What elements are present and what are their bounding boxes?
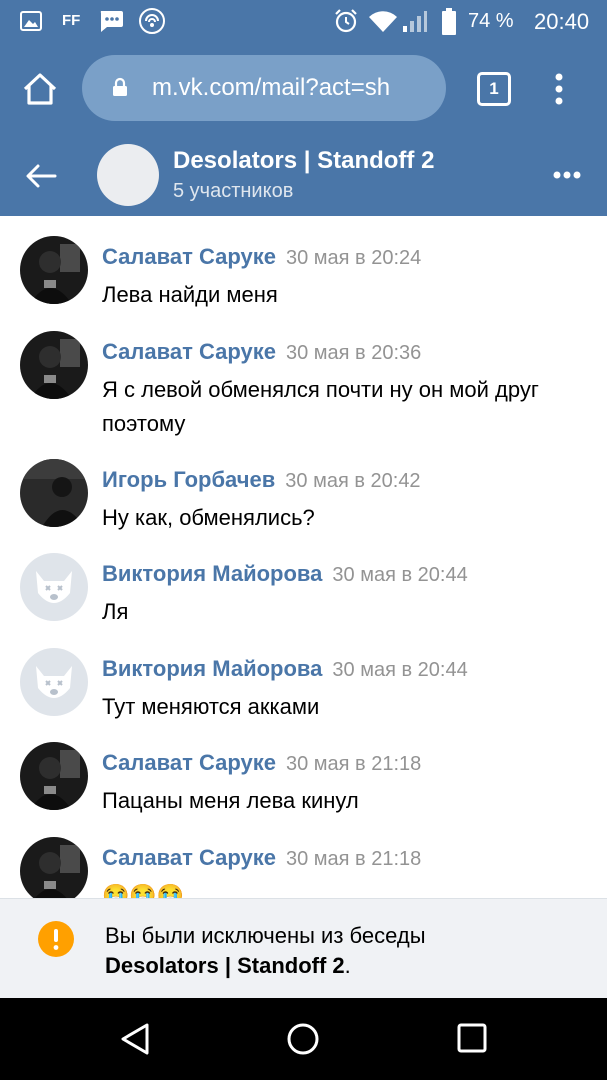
message-time: 30 мая в 21:18 [285,753,422,775]
avatar[interactable] [20,236,88,304]
notice-prefix: Вы были исключены из беседы [105,923,426,948]
chat-header: Desolators | Standoff 2 5 участников [0,135,607,216]
back-nav-icon[interactable] [119,1022,151,1056]
message-time: 30 мая в 20:36 [285,342,422,364]
chat-subtitle: 5 участников [173,180,294,202]
avatar[interactable] [20,459,88,527]
back-arrow-icon[interactable] [25,163,57,189]
message-text: Я с левой обменялся почти ну он мой друг… [102,377,539,436]
signal-icon [402,10,428,34]
status-bar: FF 74 % 20:40 [0,0,607,44]
message-time: 30 мая в 20:44 [332,564,468,586]
wifi-icon [368,10,398,34]
url-text: m.vk.com/mail?act=sh [152,74,391,101]
message-time: 30 мая в 20:44 [332,659,468,681]
message-text: Лева найди меня [102,282,278,307]
lock-icon [112,77,128,97]
avatar[interactable] [20,648,88,716]
message-text: Ну как, обменялись? [102,505,315,530]
clock: 20:40 [534,9,590,34]
battery-icon [441,8,457,36]
recents-nav-icon[interactable] [456,1022,488,1054]
home-nav-icon[interactable] [286,1022,320,1056]
ff-icon: FF [62,12,81,29]
image-icon [20,11,42,31]
avatar[interactable] [20,331,88,399]
chat-avatar[interactable] [97,144,159,206]
tab-count: 1 [489,79,499,98]
alarm-icon [333,8,359,34]
address-bar[interactable]: m.vk.com/mail?act=sh [82,55,446,121]
chat-title: Desolators | Standoff 2 [173,147,435,174]
android-nav-bar [0,998,607,1080]
message-sender[interactable]: Виктория Майорова 30 мая в 20:44 [102,656,468,682]
message-sender[interactable]: Салават Саруке 30 мая в 20:36 [102,339,421,365]
message-sender[interactable]: Салават Саруке 30 мая в 21:18 [102,750,421,776]
message-icon [98,9,124,33]
message-text: Ля [102,599,129,624]
message-sender[interactable]: Виктория Майорова 30 мая в 20:44 [102,561,468,587]
message-sender[interactable]: Салават Саруке 30 мая в 21:18 [102,845,421,871]
warning-icon [37,920,75,958]
message-list[interactable]: Салават Саруке 30 мая в 20:24 Лева найди … [0,216,607,898]
battery-percent: 74 % [468,10,514,32]
message-time: 30 мая в 20:24 [285,247,422,269]
kicked-notice: Вы были исключены из беседы Desolators |… [0,898,607,999]
message-sender[interactable]: Салават Саруке 30 мая в 20:24 [102,244,421,270]
browser-menu-icon[interactable] [553,72,565,106]
message-time: 30 мая в 21:18 [285,848,422,870]
notice-text: Вы были исключены из беседы Desolators |… [105,921,575,981]
tabs-button[interactable]: 1 [477,72,511,106]
avatar[interactable] [20,553,88,621]
message-text: Пацаны меня лева кинул [102,788,359,813]
browser-toolbar: m.vk.com/mail?act=sh 1 [0,44,607,135]
notice-chat-name[interactable]: Desolators | Standoff 2 [105,953,345,978]
message-text: Тут меняются акками [102,694,320,719]
message-sender[interactable]: Игорь Горбачев 30 мая в 20:42 [102,467,421,493]
message-text: 😭😭😭 [102,883,185,898]
more-icon[interactable] [552,170,582,180]
home-icon[interactable] [22,72,58,106]
hotspot-icon [138,7,166,35]
avatar[interactable] [20,742,88,810]
avatar[interactable] [20,837,88,898]
message-time: 30 мая в 20:42 [285,470,421,492]
notice-suffix: . [344,953,351,978]
